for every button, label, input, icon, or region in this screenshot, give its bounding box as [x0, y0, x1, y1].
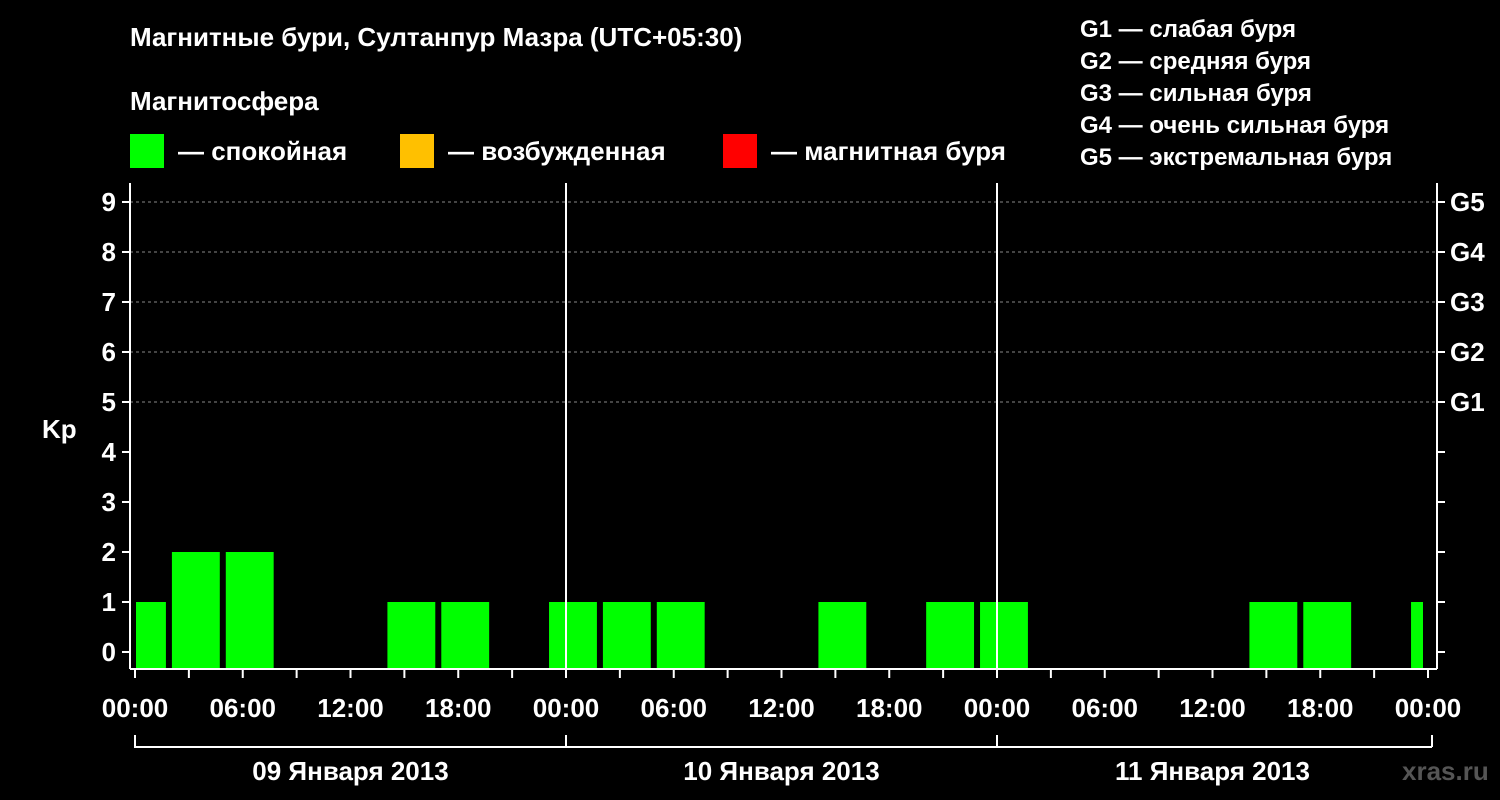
y-tick-label-3: 3	[102, 487, 116, 517]
kp-bars	[136, 552, 1423, 668]
x-tick-label-5: 06:00	[641, 693, 708, 723]
day-label-0: 09 Января 2013	[252, 756, 448, 786]
x-tick-label-4: 00:00	[533, 693, 600, 723]
x-tick-label-6: 12:00	[748, 693, 815, 723]
y-axis-label: Kp	[42, 414, 77, 444]
kp-bar-8	[549, 602, 597, 668]
g-label-G3: G3	[1450, 287, 1485, 317]
x-tick-label-11: 18:00	[1287, 693, 1354, 723]
x-tick-label-1: 06:00	[210, 693, 277, 723]
x-tick-label-8: 00:00	[964, 693, 1031, 723]
y-tick-label-9: 9	[102, 187, 116, 217]
watermark: xras.ru	[1402, 756, 1489, 786]
kp-bar-2	[225, 552, 274, 668]
kp-bar-15	[926, 602, 975, 668]
g-label-G2: G2	[1450, 337, 1485, 367]
day-label-1: 10 Января 2013	[683, 756, 879, 786]
x-tick-label-7: 18:00	[856, 693, 923, 723]
g-label-G5: G5	[1450, 187, 1485, 217]
axis-labels: 0 1 2 3 4 5 6 7 8 9 G1 G2 G3 G4 G5 Kp 00:00 06:00 12:00 18:…	[42, 187, 1485, 786]
kp-chart: 0 1 2 3 4 5 6 7 8 9 G1 G2 G3 G4 G5 Kp 00:00 06:00 12:00 18:…	[42, 183, 1485, 786]
x-tick-label-2: 12:00	[317, 693, 384, 723]
kp-bar-24	[1411, 602, 1423, 668]
kp-bar-21	[1249, 602, 1298, 668]
kp-bar-1	[171, 552, 220, 668]
x-tick-label-10: 12:00	[1179, 693, 1246, 723]
kp-bar-22	[1303, 602, 1352, 668]
y-tick-label-4: 4	[102, 437, 117, 467]
y-tick-label-0: 0	[102, 637, 116, 667]
y-tick-label-7: 7	[102, 287, 116, 317]
y-tick-label-6: 6	[102, 337, 116, 367]
y-tick-label-8: 8	[102, 237, 116, 267]
axes	[122, 183, 1445, 748]
x-tick-label-12: 00:00	[1395, 693, 1462, 723]
y-tick-label-1: 1	[102, 587, 116, 617]
kp-bar-13	[818, 602, 867, 668]
y-tick-label-5: 5	[102, 387, 116, 417]
grid-lines	[130, 201, 1437, 403]
kp-bar-16	[980, 602, 1028, 668]
g-label-G1: G1	[1450, 387, 1485, 417]
kp-bar-5	[387, 602, 436, 668]
x-tick-label-3: 18:00	[425, 693, 492, 723]
x-tick-label-9: 06:00	[1072, 693, 1139, 723]
kp-bar-9	[602, 602, 651, 668]
kp-bar-10	[656, 602, 705, 668]
day-label-2: 11 Января 2013	[1115, 756, 1310, 786]
kp-bar-6	[441, 602, 490, 668]
kp-bar-0	[136, 602, 166, 668]
x-tick-label-0: 00:00	[102, 693, 169, 723]
y-tick-label-2: 2	[102, 537, 116, 567]
g-label-G4: G4	[1450, 237, 1485, 267]
